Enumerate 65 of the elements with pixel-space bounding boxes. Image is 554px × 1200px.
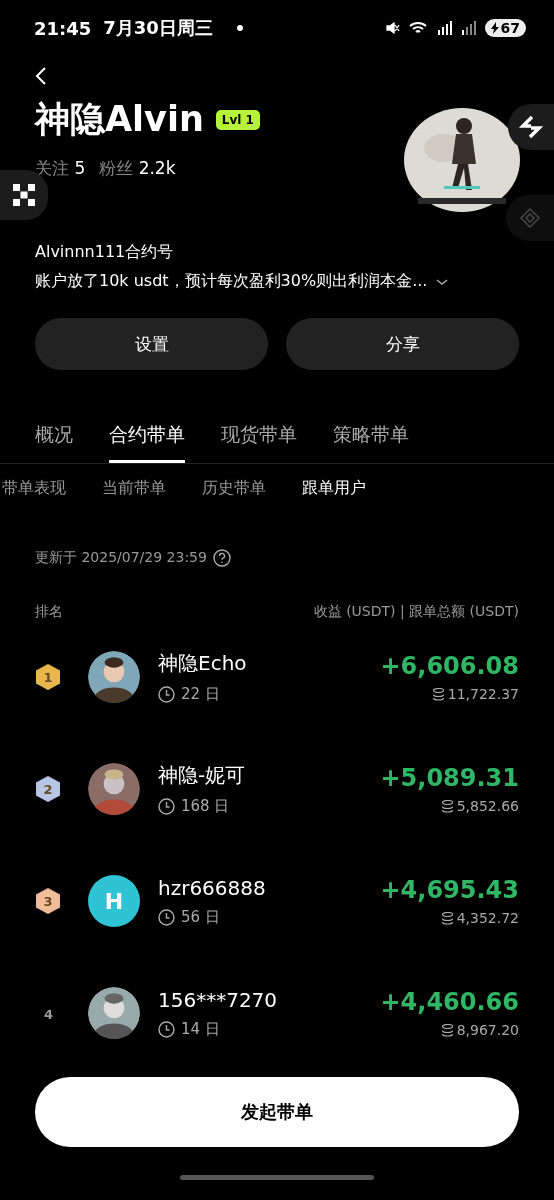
back-icon[interactable] [35,66,47,86]
clock-icon [158,1020,175,1038]
wifi-icon [408,20,429,36]
rank-medal: 2 [36,776,60,802]
account-name: Alvinnn111合约号 [35,242,175,263]
level-badge: Lvl 1 [215,109,260,130]
total-amount: 11,722.37 [447,686,519,702]
grid-logo-icon [13,184,35,206]
coins-icon [440,911,454,925]
bio-text: 账户放了10k usdt，预计每次盈利30%则出利润本金... [35,271,428,292]
clock-icon [158,686,175,703]
follow-days: 56 日 [181,907,220,927]
diamond-icon [520,208,540,228]
tab[interactable]: 合约带单 [109,422,185,463]
user-name: 神隐-妮可 [158,762,247,789]
signal-icon [460,21,477,35]
signal-icon [436,21,453,35]
follow-days: 22 日 [181,685,220,704]
total-amount: 5,852.66 [456,798,519,814]
coins-icon [440,1023,454,1037]
updated-time: 更新于 2025/07/29 23:59 [35,549,207,567]
action-button[interactable]: 设置 [35,318,268,370]
column-header: 排名 [35,603,63,621]
help-icon[interactable] [212,549,231,567]
total-amount: 4,352.72 [456,910,519,926]
expand-icon[interactable] [435,276,450,287]
primary-button[interactable]: 发起带单 [35,1077,519,1147]
user-name: hzr666888 [158,875,267,900]
tab[interactable]: 概况 [35,422,73,463]
swap-arrows-icon [518,114,544,140]
sub-tab[interactable]: 带单表现 [2,478,66,499]
clock-icon [158,908,175,926]
user-name: 156***7270 [158,987,279,1012]
status-date: 7月30日周三 [103,16,213,40]
user-name: 神隐Echo [158,650,248,677]
tab[interactable]: 现货带单 [221,422,297,463]
mute-icon [384,20,401,36]
profile-name: 神隐Alvin [35,98,204,141]
total-amount: 8,967.20 [456,1022,519,1038]
floating-button[interactable] [508,104,554,150]
profit-value: +6,606.08 [380,652,519,680]
status-time: 21:45 [34,17,92,39]
notification-dot-icon [236,25,243,31]
sub-tab[interactable]: 历史带单 [202,478,266,499]
sub-tab[interactable]: 跟单用户 [302,478,366,499]
rank-medal: 1 [36,664,60,690]
avatar: H [88,875,140,927]
column-header: 收益 (USDT) | 跟单总额 (USDT) [313,603,519,621]
action-button[interactable]: 分享 [286,318,519,370]
charging-icon [490,22,499,34]
rank-number: 4 [44,1006,54,1022]
stat-text[interactable]: 关注 5 [35,157,86,180]
follow-days: 14 日 [181,1019,220,1039]
tab[interactable]: 策略带单 [333,422,409,463]
coins-icon [431,687,445,701]
sub-tab[interactable]: 当前带单 [102,478,166,499]
clock-icon [158,798,175,815]
follow-days: 168 日 [181,797,230,816]
battery-level: 67 [500,20,520,36]
rank-medal: 3 [36,888,60,914]
coins-icon [440,799,454,813]
profit-value: +5,089.31 [380,764,519,792]
profit-value: +4,695.43 [380,876,519,904]
stat-text[interactable]: 粉丝 2.2k [99,157,176,180]
profit-value: +4,460.66 [380,988,519,1016]
